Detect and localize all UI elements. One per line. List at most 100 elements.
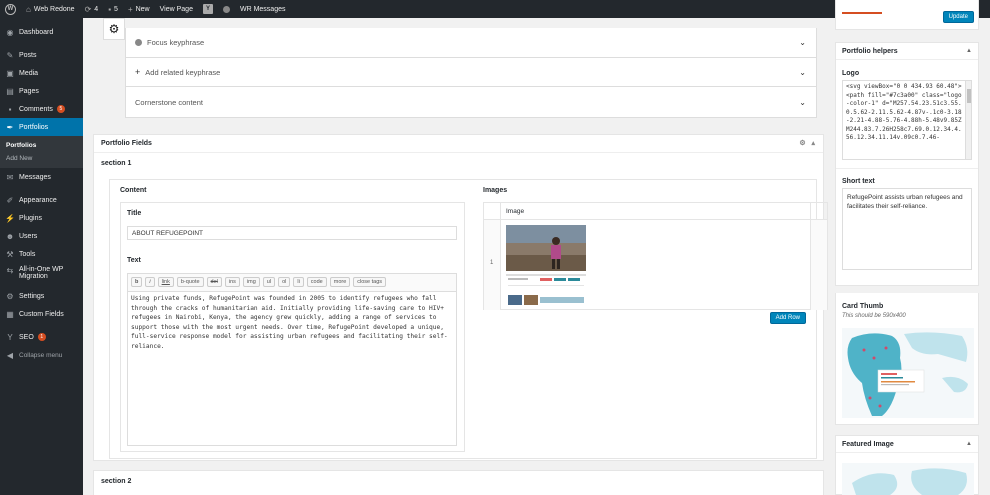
menu-appearance[interactable]: ✐ Appearance: [0, 191, 83, 209]
quicktag-link[interactable]: link: [157, 277, 174, 287]
card-thumb-label: Card Thumb: [842, 303, 884, 310]
menu-messages[interactable]: ✉ Messages: [0, 168, 83, 186]
chevron-down-icon: ⌄: [799, 38, 806, 47]
card-thumb-hint: This should be 590x400: [842, 313, 906, 319]
featured-image-header[interactable]: Featured Image ▲: [836, 436, 978, 453]
helpers-header[interactable]: Portfolio helpers ▲: [836, 43, 978, 60]
menu-all-in-one-migration[interactable]: ⇆ All-in-One WP Migration: [0, 263, 83, 287]
quicktag-del[interactable]: del: [206, 277, 222, 287]
portfolio-icon: ✒: [6, 122, 14, 132]
seo-settings-tab[interactable]: ⚙: [103, 18, 125, 40]
row-number: 1: [490, 260, 494, 266]
quicktag-more[interactable]: more: [329, 277, 351, 287]
africa-map-image: [842, 328, 974, 418]
content-group: Title ABOUT REFUGEPOINT Text b i link b-quo…: [120, 202, 465, 452]
add-row-button[interactable]: Add Row: [769, 312, 806, 324]
menu-dashboard[interactable]: ◉ Dashboard: [0, 23, 83, 41]
wr-messages-link[interactable]: WR Messages: [235, 0, 291, 18]
menu-settings[interactable]: ⚙ Settings: [0, 287, 83, 305]
view-page-link[interactable]: View Page: [155, 0, 198, 18]
collapse-menu-button[interactable]: ◀ Collapse menu: [0, 346, 83, 364]
collapse-icon: ◀: [6, 350, 14, 360]
quicktag-ul[interactable]: ul: [262, 277, 276, 287]
scroll-thumb[interactable]: [967, 89, 971, 103]
row-actions[interactable]: [810, 220, 827, 310]
menu-pages[interactable]: ▤ Pages: [0, 82, 83, 100]
images-column-title: Images: [483, 187, 508, 194]
user-icon: ☻: [5, 231, 15, 241]
main-content: ⚙ Focus keyphrase ⌄ + Add related keyphr…: [83, 18, 828, 495]
logo-label: Logo: [842, 70, 860, 77]
gear-icon[interactable]: ⚙: [799, 140, 805, 147]
home-icon: ⌂: [26, 4, 31, 14]
logo-code-textarea[interactable]: <svg viewBox="0 0 434.93 60.48"><path fi…: [842, 80, 972, 160]
comment-icon: ▪: [108, 4, 112, 14]
menu-comments[interactable]: ▪ Comments 5: [0, 100, 83, 118]
menu-custom-fields[interactable]: ▦ Custom Fields: [0, 305, 83, 323]
caret-up-icon[interactable]: ▲: [966, 441, 972, 447]
short-text-textarea[interactable]: RefugePoint assists urban refugees and f…: [842, 188, 972, 270]
card-thumb-image[interactable]: [842, 328, 974, 418]
comment-icon: ▪: [8, 104, 12, 114]
seo-status-icon: [222, 5, 230, 13]
featured-image-thumbnail[interactable]: [842, 463, 974, 495]
world-map-image: [842, 463, 974, 495]
seo-badge: 1: [37, 333, 46, 341]
quicktag-img[interactable]: img: [242, 277, 260, 287]
new-content-link[interactable]: + New: [123, 0, 155, 18]
menu-seo[interactable]: Y SEO 1: [0, 328, 83, 346]
quicktag-close-tags[interactable]: close tags: [353, 277, 387, 287]
pushpin-icon: ✎: [6, 50, 14, 60]
site-name-link[interactable]: ⌂ Web Redone: [21, 0, 80, 18]
publish-box: Update: [835, 0, 979, 30]
status-dot[interactable]: [218, 0, 235, 18]
menu-posts[interactable]: ✎ Posts: [0, 46, 83, 64]
plus-icon: +: [135, 67, 141, 77]
submenu-add-new[interactable]: Add New: [0, 152, 83, 165]
quicktag-b-quote[interactable]: b-quote: [176, 277, 204, 287]
move-to-trash-link[interactable]: [842, 12, 882, 14]
quicktag-code[interactable]: code: [306, 277, 327, 287]
caret-up-icon[interactable]: ▴: [811, 140, 815, 147]
gear-icon: ⚙: [108, 22, 120, 36]
brush-icon: ✐: [6, 195, 14, 205]
row-handle[interactable]: 1: [484, 220, 501, 310]
add-related-keyphrase-row[interactable]: + Add related keyphrase ⌄: [125, 58, 817, 87]
caret-up-icon[interactable]: ▲: [966, 48, 972, 54]
menu-plugins[interactable]: ⚡ Plugins: [0, 209, 83, 227]
card-thumb-box: Card Thumb This should be 590x400: [835, 293, 979, 425]
yoast-link[interactable]: Y: [198, 0, 218, 18]
quicktag-li[interactable]: li: [293, 277, 304, 287]
menu-portfolios[interactable]: ✒ Portfolios: [0, 118, 83, 136]
chevron-down-icon: ⌄: [799, 67, 806, 77]
yoast-icon: Y: [7, 332, 13, 342]
focus-keyphrase-row[interactable]: Focus keyphrase ⌄: [125, 28, 817, 58]
photo-image: [506, 225, 586, 305]
image-thumbnail[interactable]: [506, 225, 586, 307]
portfolio-fields-metabox: Portfolio Fields ⚙ ▴ section 1 Content T…: [93, 134, 828, 461]
title-input[interactable]: ABOUT REFUGEPOINT: [127, 226, 457, 240]
comments-link[interactable]: ▪ 5: [103, 0, 123, 18]
repeater-table: Content Title ABOUT REFUGEPOINT Text bil…: [109, 179, 828, 459]
update-button[interactable]: Update: [942, 11, 974, 23]
chevron-down-icon: ⌄: [799, 97, 806, 107]
metabox-header: Portfolio Fields ⚙ ▴: [94, 135, 823, 153]
menu-users[interactable]: ☻ Users: [0, 227, 83, 245]
images-repeater: Image 1: [483, 202, 828, 310]
text-editor-textarea[interactable]: Using private funds, RefugePoint was fou…: [127, 291, 457, 446]
wordpress-icon: W: [5, 3, 16, 15]
image-column-header: Image: [506, 208, 525, 215]
cornerstone-content-row[interactable]: Cornerstone content ⌄: [125, 87, 817, 118]
submenu-portfolios[interactable]: Portfolios: [0, 139, 83, 152]
quicktag-ol[interactable]: ol: [278, 277, 291, 287]
quicktag-ins[interactable]: ins: [224, 277, 240, 287]
section-label: section 1: [101, 160, 132, 167]
scrollbar[interactable]: [965, 81, 971, 159]
wordpress-logo[interactable]: W: [0, 0, 21, 18]
quicktag-b[interactable]: b: [131, 277, 143, 287]
updates-link[interactable]: ⟳ 4: [80, 0, 104, 18]
portfolio-helpers-box: Portfolio helpers ▲ Logo <svg viewBox="0…: [835, 42, 979, 286]
menu-tools[interactable]: ⚒ Tools: [0, 245, 83, 263]
menu-media[interactable]: ▣ Media: [0, 64, 83, 82]
quicktag-i[interactable]: i: [145, 277, 155, 287]
